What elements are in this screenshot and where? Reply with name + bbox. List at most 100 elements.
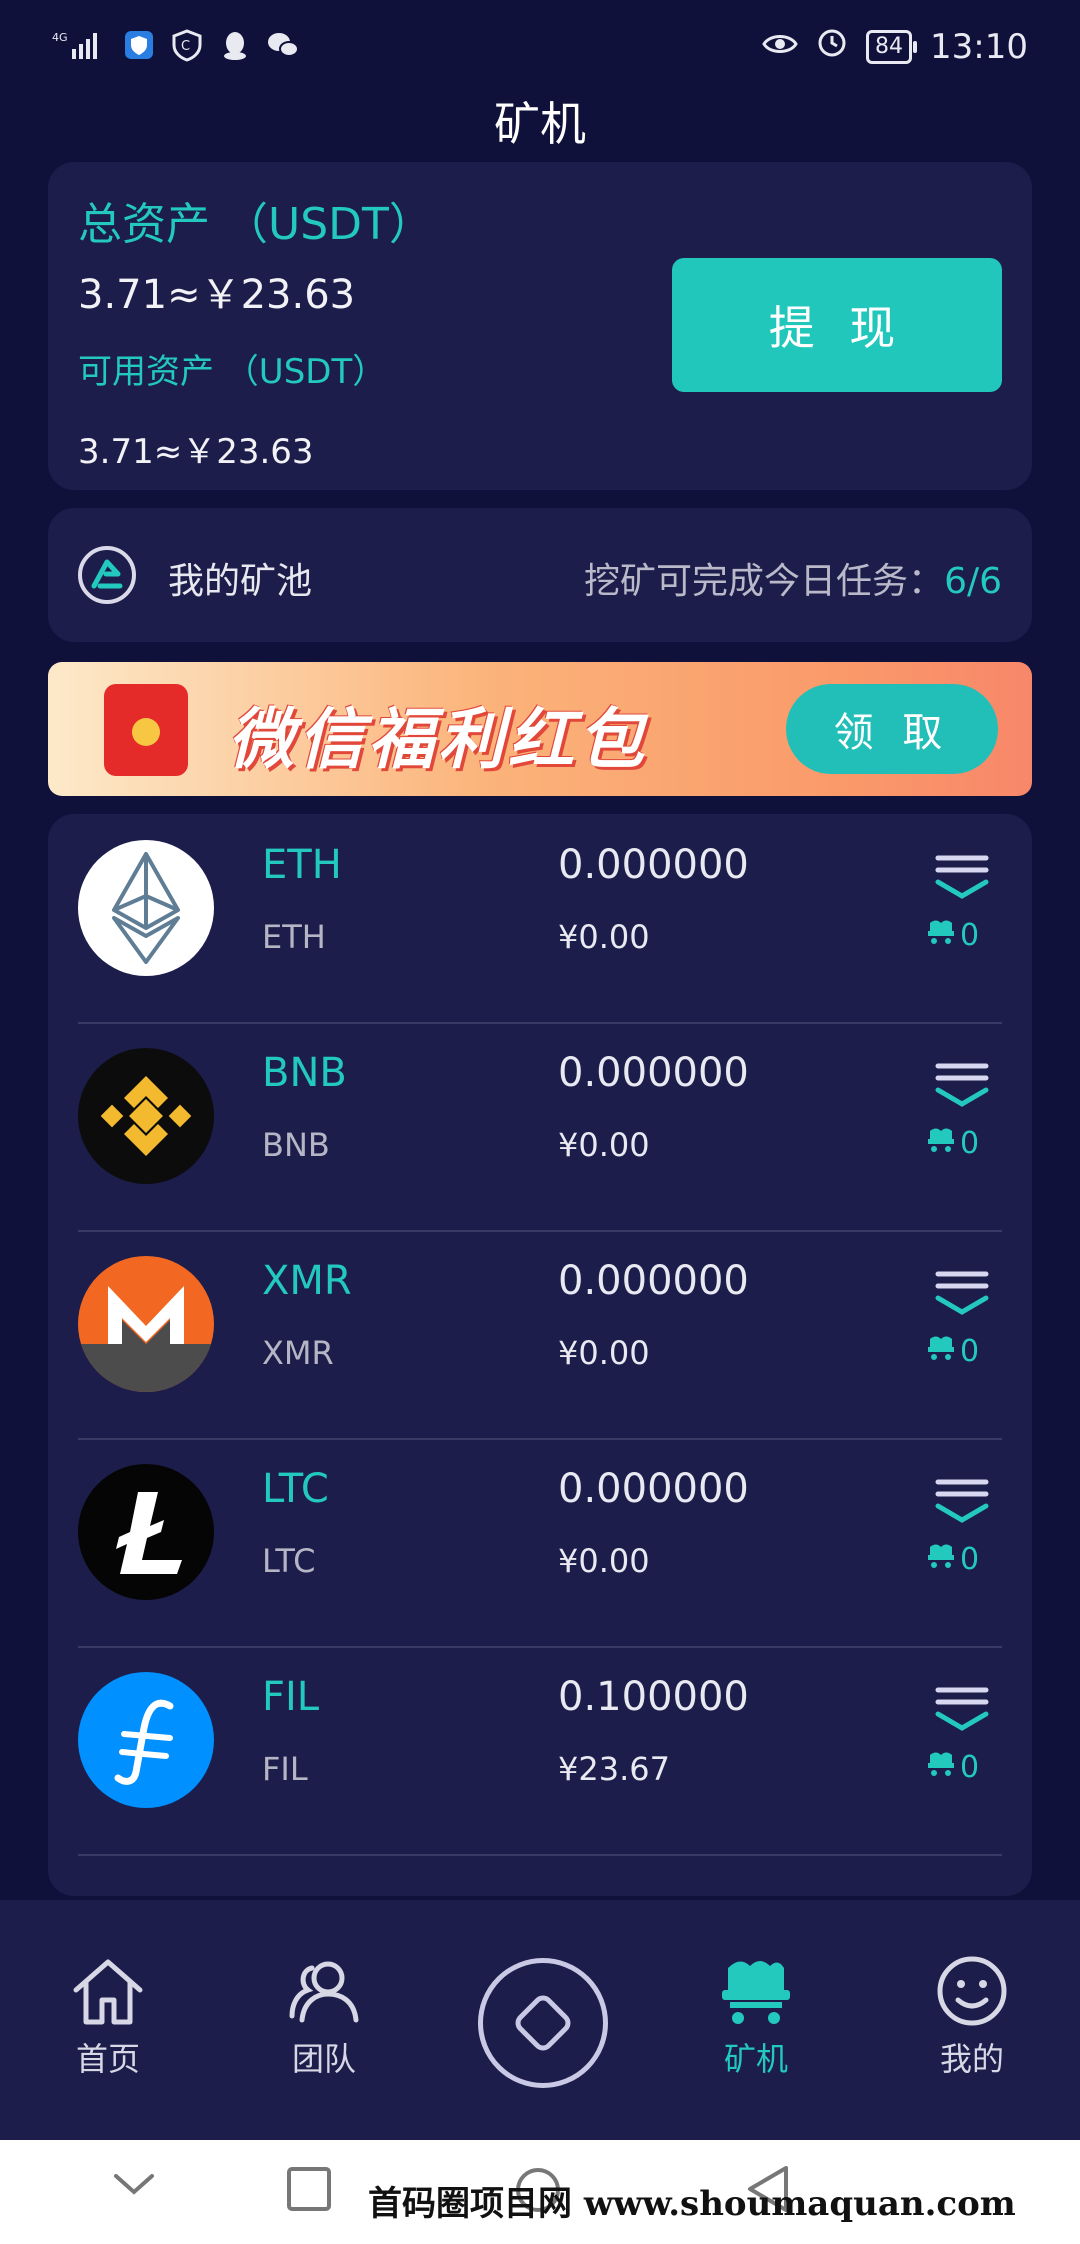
- nav-home[interactable]: 首页: [28, 1954, 188, 2080]
- coin-name: LTC: [262, 1466, 329, 1512]
- svg-text:C: C: [181, 39, 190, 54]
- nav-miner-label: 矿机: [723, 2040, 788, 2078]
- mine-cart-icon: [926, 1334, 956, 1369]
- miner-count-value: 0: [960, 1334, 980, 1369]
- nav-miner[interactable]: 矿机: [676, 1954, 836, 2080]
- coin-symbol: FIL: [262, 1750, 308, 1788]
- miner-count: 0: [926, 1542, 979, 1577]
- pool-task-progress: 挖矿可完成今日任务：6/6: [584, 552, 1002, 604]
- team-icon: [244, 1954, 404, 2028]
- coin-list: ETH ETH 0.000000 ¥0.00 0 BNB BNB 0.00000…: [48, 814, 1032, 1896]
- banner-text: 微信福利红包: [228, 701, 648, 778]
- mine-cart-icon: [926, 1542, 956, 1577]
- withdraw-button[interactable]: 提 现: [672, 258, 1002, 392]
- coin-symbol: XMR: [262, 1334, 334, 1372]
- miner-count-value: 0: [960, 1126, 980, 1161]
- qq-icon: [218, 28, 252, 66]
- miner-count-value: 0: [960, 918, 980, 953]
- pool-icon: [76, 544, 138, 606]
- coin-cny-value: ¥0.00: [558, 1126, 650, 1164]
- miner-count: 0: [926, 918, 979, 953]
- coin-row-eth[interactable]: ETH ETH 0.000000 ¥0.00 0: [78, 814, 1002, 1024]
- svg-text:4G: 4G: [52, 31, 68, 44]
- wechat-icon: [266, 28, 300, 66]
- expand-chevron-icon[interactable]: [934, 1268, 990, 1316]
- coin-symbol: BNB: [262, 1126, 330, 1164]
- miner-count-value: 0: [960, 1750, 980, 1785]
- coin-cny-value: ¥23.67: [558, 1750, 670, 1788]
- clock-time: 13:10: [930, 26, 1028, 67]
- status-bar: 4G C 84 13:10: [0, 0, 1080, 100]
- miner-count: 0: [926, 1334, 979, 1369]
- mine-cart-icon: [926, 1750, 956, 1785]
- watermark-text: 首码圈项目网 www.shoumaquan.com: [368, 2184, 1016, 2224]
- claim-button[interactable]: 领 取: [786, 684, 998, 774]
- task-label: 挖矿可完成今日任务：: [584, 561, 945, 602]
- alarm-icon: [816, 26, 848, 67]
- mine-cart-icon: [926, 1126, 956, 1161]
- wechat-redpacket-banner[interactable]: 微信福利红包 领 取: [48, 662, 1032, 796]
- nav-home-label: 首页: [75, 2040, 140, 2078]
- miner-count: 0: [926, 1750, 979, 1785]
- mine-cart-icon: [926, 918, 956, 953]
- nav-team[interactable]: 团队: [244, 1954, 404, 2080]
- coin-row-fil[interactable]: FIL FIL 0.100000 ¥23.67 0: [78, 1646, 1002, 1856]
- coin-name: BNB: [262, 1050, 347, 1096]
- nav-team-label: 团队: [291, 2040, 356, 2078]
- coin-amount: 0.000000: [558, 842, 749, 888]
- coin-symbol: LTC: [262, 1542, 316, 1580]
- red-packet-icon: [104, 684, 188, 776]
- shield-icon: [122, 28, 156, 66]
- home-icon: [28, 1954, 188, 2028]
- nav-center-button[interactable]: [478, 1958, 608, 2088]
- status-left-icons: 4G C: [52, 28, 300, 66]
- coin-row-xmr[interactable]: XMR XMR 0.000000 ¥0.00 0: [78, 1230, 1002, 1440]
- coin-amount: 0.000000: [558, 1466, 749, 1512]
- status-right: 84 13:10: [762, 26, 1028, 67]
- coin-name: ETH: [262, 842, 342, 888]
- fil-logo-icon: [78, 1672, 214, 1808]
- available-assets-value: 3.71≈￥23.63: [78, 432, 314, 472]
- nav-mine[interactable]: 我的: [892, 1954, 1052, 2080]
- coin-amount: 0.100000: [558, 1674, 749, 1720]
- coin-amount: 0.000000: [558, 1258, 749, 1304]
- eye-icon: [762, 27, 798, 67]
- miner-count: 0: [926, 1126, 979, 1161]
- expand-chevron-icon[interactable]: [934, 1476, 990, 1524]
- recent-apps-icon[interactable]: [286, 2166, 332, 2216]
- bottom-nav: 首页 团队 矿机 我的: [0, 1900, 1080, 2140]
- miner-count-value: 0: [960, 1542, 980, 1577]
- chevron-down-icon[interactable]: [112, 2170, 156, 2204]
- nav-mine-label: 我的: [939, 2040, 1004, 2078]
- coin-row-ltc[interactable]: LTC LTC 0.000000 ¥0.00 0: [78, 1438, 1002, 1648]
- coin-amount: 0.000000: [558, 1050, 749, 1096]
- expand-chevron-icon[interactable]: [934, 1060, 990, 1108]
- coin-cny-value: ¥0.00: [558, 1334, 650, 1372]
- battery-indicator: 84: [866, 29, 918, 64]
- system-nav-bar: 首码圈项目网 www.shoumaquan.com: [0, 2140, 1080, 2244]
- ltc-logo-icon: [78, 1464, 214, 1600]
- mine-cart-icon: [676, 1954, 836, 2028]
- total-assets-value: 3.71≈￥23.63: [78, 272, 356, 318]
- available-assets-label: 可用资产 （USDT）: [78, 352, 387, 392]
- coin-row-bnb[interactable]: BNB BNB 0.000000 ¥0.00 0: [78, 1022, 1002, 1232]
- total-assets-label: 总资产 （USDT）: [78, 199, 433, 250]
- bnb-logo-icon: [78, 1048, 214, 1184]
- signal-icon: 4G: [52, 29, 108, 65]
- coin-cny-value: ¥0.00: [558, 1542, 650, 1580]
- smiley-icon: [892, 1954, 1052, 2028]
- task-value: 6/6: [944, 561, 1002, 602]
- coin-cny-value: ¥0.00: [558, 918, 650, 956]
- coin-name: FIL: [262, 1674, 320, 1720]
- page-title: 矿机: [494, 97, 586, 151]
- eth-logo-icon: [78, 840, 214, 976]
- expand-chevron-icon[interactable]: [934, 852, 990, 900]
- xmr-logo-icon: [78, 1256, 214, 1392]
- vpn-icon: C: [170, 28, 204, 66]
- coin-name: XMR: [262, 1258, 352, 1304]
- asset-card: 总资产 （USDT） 3.71≈￥23.63 可用资产 （USDT） 3.71≈…: [48, 162, 1032, 490]
- expand-chevron-icon[interactable]: [934, 1684, 990, 1732]
- my-pool-row[interactable]: 我的矿池 挖矿可完成今日任务：6/6: [48, 508, 1032, 642]
- coin-symbol: ETH: [262, 918, 326, 956]
- my-pool-label: 我的矿池: [168, 561, 313, 602]
